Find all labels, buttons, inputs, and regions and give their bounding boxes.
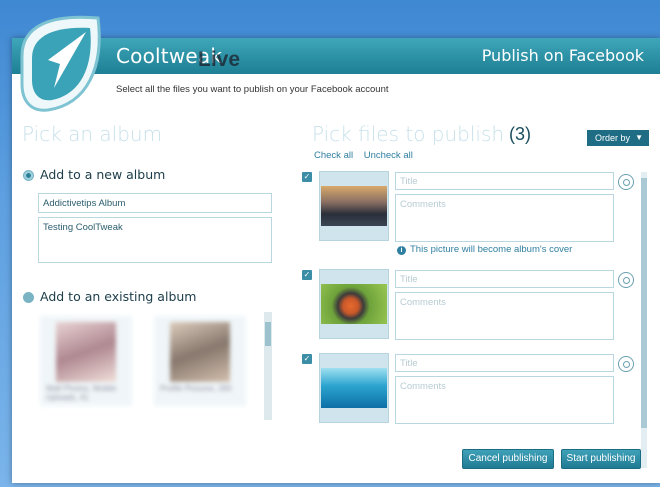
file-list-scrollbar[interactable] [641,172,647,468]
file-thumbnail [319,171,389,241]
existing-album-item[interactable]: Profile Pictures, 283 [154,316,246,406]
instructions-text: Select all the files you want to publish… [116,84,389,95]
order-by-label: Order by [595,133,631,143]
file-thumbnail [319,353,389,423]
file-checkbox[interactable]: ✓ [302,270,312,280]
file-title-input[interactable]: Title [395,270,614,288]
existing-album-radio[interactable] [23,292,34,303]
check-all-link[interactable]: Check all [314,150,353,161]
album-description-input[interactable]: Testing CoolTweak [38,217,272,263]
gear-icon[interactable] [618,356,634,372]
file-checkbox[interactable]: ✓ [302,354,312,364]
existing-album-item[interactable]: Wall Photos, Mobile Uploads, 41 [40,316,132,406]
photo-bird [321,284,387,324]
file-comments-input[interactable]: Comments [395,376,614,424]
cancel-publishing-button[interactable]: Cancel publishing [462,449,554,469]
gear-icon[interactable] [618,272,634,288]
album-thumbnail [56,322,116,382]
album-name-input[interactable]: Addictivetips Album [38,193,272,213]
new-album-radio[interactable] [23,170,34,181]
album-list-scrollbar[interactable] [264,312,272,420]
start-publishing-button[interactable]: Start publishing [561,449,641,469]
existing-album-label: Add to an existing album [40,289,197,304]
pick-files-heading: Pick files to publish [312,122,505,146]
file-thumbnail [319,269,389,339]
order-by-dropdown[interactable]: Order by ▼ [587,130,649,146]
pick-album-heading: Pick an album [22,122,163,146]
cover-note: i This picture will become album's cover [397,244,572,255]
file-comments-input[interactable]: Comments [395,292,614,340]
photo-sunset [321,186,387,226]
file-comments-input[interactable]: Comments [395,194,614,242]
chevron-down-icon: ▼ [635,133,643,142]
file-checkbox[interactable]: ✓ [302,172,312,182]
selection-links: Check all Uncheck all [314,150,421,161]
app-live-label: Live [198,48,241,71]
page-title: Publish on Facebook [481,46,644,65]
new-album-label: Add to a new album [40,167,166,182]
photo-underwater [321,368,387,408]
album-thumbnail [170,322,230,382]
file-count: (3) [509,124,531,144]
file-title-input[interactable]: Title [395,354,614,372]
uncheck-all-link[interactable]: Uncheck all [364,150,413,161]
album-caption: Profile Pictures, 283 [160,384,232,393]
gear-icon[interactable] [618,174,634,190]
info-icon: i [397,246,406,255]
album-caption: Wall Photos, Mobile Uploads, 41 [46,384,117,402]
cover-note-text: This picture will become album's cover [410,244,573,255]
existing-album-list: Wall Photos, Mobile Uploads, 41 Profile … [36,312,282,422]
cooltweak-logo-icon [20,15,101,112]
file-title-input[interactable]: Title [395,172,614,190]
